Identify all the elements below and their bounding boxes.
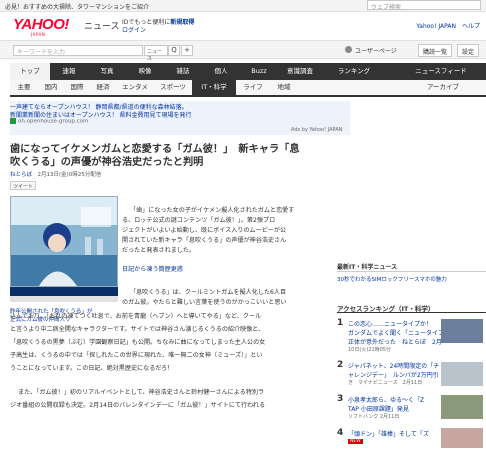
ranking-item-1-time: 10日(火)21時05分 — [348, 347, 391, 353]
category-domestic[interactable]: 国内 — [38, 80, 64, 95]
article-body-p2-l3: 込んでおり、「おれの凍てつく吐息で、お前を青龍（ヘブン）へと導いてやる」など、ク… — [10, 313, 262, 320]
ad-icon — [10, 118, 16, 124]
user-icon — [345, 46, 352, 53]
ranking-item-3-source: ソフトバンク 2月11日 — [348, 414, 400, 420]
ranking-item-4-l1[interactable]: 「頭ドン」「雄棒」そして「ズ — [348, 429, 429, 438]
register-link[interactable]: 新規取得 — [170, 19, 194, 26]
ranking-item-3-l1[interactable]: 小泉孝太郎ら、ゆる～く「Z — [348, 395, 424, 404]
category-life[interactable]: ライフ — [236, 80, 270, 95]
site-header: YAHOO! JAPAN ニュース IDでもっと便利に新規取得 ログイン Yah… — [0, 12, 486, 37]
article-photo[interactable] — [10, 196, 118, 287]
tab-survey[interactable]: 意識調査 — [278, 63, 322, 80]
ad-attribution: Ads by Yahoo! JAPAN — [291, 127, 343, 133]
ranking-divider — [337, 312, 486, 313]
tweet-button[interactable]: ツイート — [10, 181, 37, 190]
article-meta: ねとらぼ 2月13日(金)0時25分配信 — [10, 170, 101, 178]
tab-personal[interactable]: 個人 — [202, 63, 240, 80]
ranking-item-2-l1[interactable]: ジャパネット、24時間限定の「チ — [348, 361, 439, 370]
article-body-p1-l4: 開されていた新キャラ「息吹くうる」の声優が神谷浩史さん — [122, 237, 287, 244]
article-body-p1-l1: 「歯」になった女の子がイケメン擬人化されたガムと恋愛す — [130, 207, 295, 214]
ranking-thumbnail-1[interactable] — [441, 319, 483, 343]
search-bar: キーワードを入力 ニュース Q + ユーザーページ 購読一覧 設定 — [0, 40, 486, 62]
category-it-science[interactable]: IT・科学 — [192, 80, 236, 95]
user-page-link[interactable]: ユーザーページ — [355, 46, 397, 55]
photo-illustration — [11, 197, 117, 286]
tab-breaking[interactable]: 速報 — [50, 63, 88, 80]
photo-dialog-strip — [10, 296, 118, 302]
promo-link[interactable]: 必見！おすすめの大掃除、タワーマンションをご紹介 — [5, 2, 149, 11]
category-international[interactable]: 国際 — [64, 80, 90, 95]
main-nav: トップ 速報 写真 映像 雑誌 個人 Buzz 意識調査 ランキング ニュースフ… — [10, 63, 486, 80]
tab-magazine[interactable]: 雑誌 — [164, 63, 202, 80]
ranking-thumbnail-3[interactable] — [441, 395, 483, 419]
yahoo-logo-sub: JAPAN — [31, 32, 46, 37]
ranking-thumbnail-2[interactable] — [441, 362, 483, 386]
ranking-item-2-l2[interactable]: ャレンジデー」 ルンバが2万円引 — [348, 370, 439, 379]
article-body-p1-l2: る、ロッテ公式の謎コンテンツ「ガム彼！」。第2弾プロ — [122, 217, 276, 224]
category-economy[interactable]: 経済 — [90, 80, 116, 95]
latest-news-item[interactable]: 30秒でわかるSIMロックフリースマホの魅力 — [337, 275, 447, 283]
ranking-number-1: 1 — [337, 318, 344, 328]
article-source[interactable]: ねとらぼ — [10, 172, 32, 178]
category-archive[interactable]: アーカイブ — [408, 80, 478, 95]
add-icon[interactable]: + — [181, 45, 193, 56]
ranking-item-1-l3[interactable]: 正体が意外だった ねとらぼ 2月 — [348, 337, 442, 346]
article-body-p2-l4: と言うより中二病全開なキャラクターです。サイトでは神谷さん演じるくうるの紹介映像… — [10, 326, 265, 333]
ad-url-text: oh.openhouse-group.com — [18, 118, 89, 125]
ranking-item-1-l2[interactable]: ガンダムでよく聞く「ニュータイプ」の — [348, 328, 456, 337]
news-section-title[interactable]: ニュース — [84, 19, 120, 32]
header-right-links[interactable]: Yahoo! JAPAN ヘルプ — [416, 21, 480, 30]
latest-news-divider — [337, 271, 486, 272]
photo-dialog-bar — [10, 287, 118, 296]
article-body-p1-l3: ジェクトがいよいよ始動し、既にボイス入りのムービーが公 — [122, 227, 287, 234]
web-search-input[interactable]: ウェブ検索 — [367, 0, 481, 11]
ranking-number-3: 3 — [337, 394, 344, 404]
tab-ranking[interactable]: ランキング — [322, 63, 386, 80]
article-body-p1-l5: だったと発表されました。 — [122, 247, 196, 254]
tab-newsfeed[interactable]: ニュースフィード — [396, 63, 486, 80]
login-link[interactable]: ログイン — [122, 25, 146, 34]
category-local[interactable]: 地域 — [270, 80, 298, 95]
tab-top[interactable]: トップ — [10, 63, 50, 80]
category-select[interactable]: ニュース — [144, 45, 168, 62]
top-promo-bar: 必見！おすすめの大掃除、タワーマンションをご紹介 ウェブ検索 — [0, 0, 486, 12]
article-date: 2月13日(金)0時25分配信 — [37, 172, 102, 178]
ad-url: oh.openhouse-group.com — [10, 118, 88, 125]
article-body-p2-l5: 「息吹くうるの黒夢（ぶむ）学園観察日記」も公開。ちなみに曲になってしまった主人公… — [10, 339, 266, 346]
ranking-item-2-source: き マイナビニュース 2月11日 — [348, 380, 423, 386]
subscription-button[interactable]: 購読一覧 — [418, 44, 453, 57]
search-icon[interactable]: Q — [168, 45, 180, 56]
tab-photo[interactable]: 写真 — [88, 63, 126, 80]
article-body-p2-l7: うことになっています。この日記、絶対黒歴史になるだろ！ — [10, 365, 174, 372]
new-badge: NEW — [348, 439, 363, 444]
article-body-p3-l1: また、「ガム彼！」初のリアルイベントとして、神谷浩史さんと鈴村健一さんによる特別… — [18, 389, 265, 396]
ranking-item-3-l2[interactable]: TAP 小田原課題」発見 — [348, 404, 409, 413]
category-main[interactable]: 主要 — [10, 80, 38, 95]
tab-video[interactable]: 映像 — [126, 63, 164, 80]
latest-news-title: 最新IT・科学ニュース — [337, 264, 398, 271]
article-body-p2-l2: のガム彼。やたらと難しい言葉を使うのがかっこいいと思い — [122, 299, 287, 306]
ranking-number-4: 4 — [337, 428, 344, 438]
article-related-link[interactable]: 日記から凍う簡歴更惑 — [122, 266, 183, 274]
category-nav: 主要 国内 国際 経済 エンタメ スポーツ IT・科学 ライフ 地域 アーカイブ — [10, 80, 486, 97]
article-body-p3-l2: ジオ番組の公開収録も決定。2月14日のバレンタインデーに「ガム彼！」サイトにて行… — [10, 402, 266, 409]
ranking-number-2: 2 — [337, 360, 344, 370]
article-body-p2-l6: 子高生は、くうるの中では「探しれたこの世界に現れた、唯一無二の女神（ミューズ）」… — [10, 352, 263, 359]
keyword-input[interactable]: キーワードを入力 — [13, 45, 143, 56]
ranking-thumbnail-4[interactable] — [441, 428, 483, 448]
ranking-item-1-l1[interactable]: この恋心……ニュータイプか！ — [348, 319, 432, 328]
yahoo-logo[interactable]: YAHOO! — [13, 16, 69, 33]
article-title-line2: 吹くうる」の声優が神谷浩史だったと判明 — [10, 157, 204, 168]
category-sports[interactable]: スポーツ — [154, 80, 192, 95]
tab-buzz[interactable]: Buzz — [240, 63, 278, 80]
article-body-p2-l1: 「息吹くうる」は、クールミントガムを擬人化した6人目 — [130, 289, 287, 296]
category-entertainment[interactable]: エンタメ — [116, 80, 154, 95]
settings-button[interactable]: 設定 — [457, 44, 480, 57]
